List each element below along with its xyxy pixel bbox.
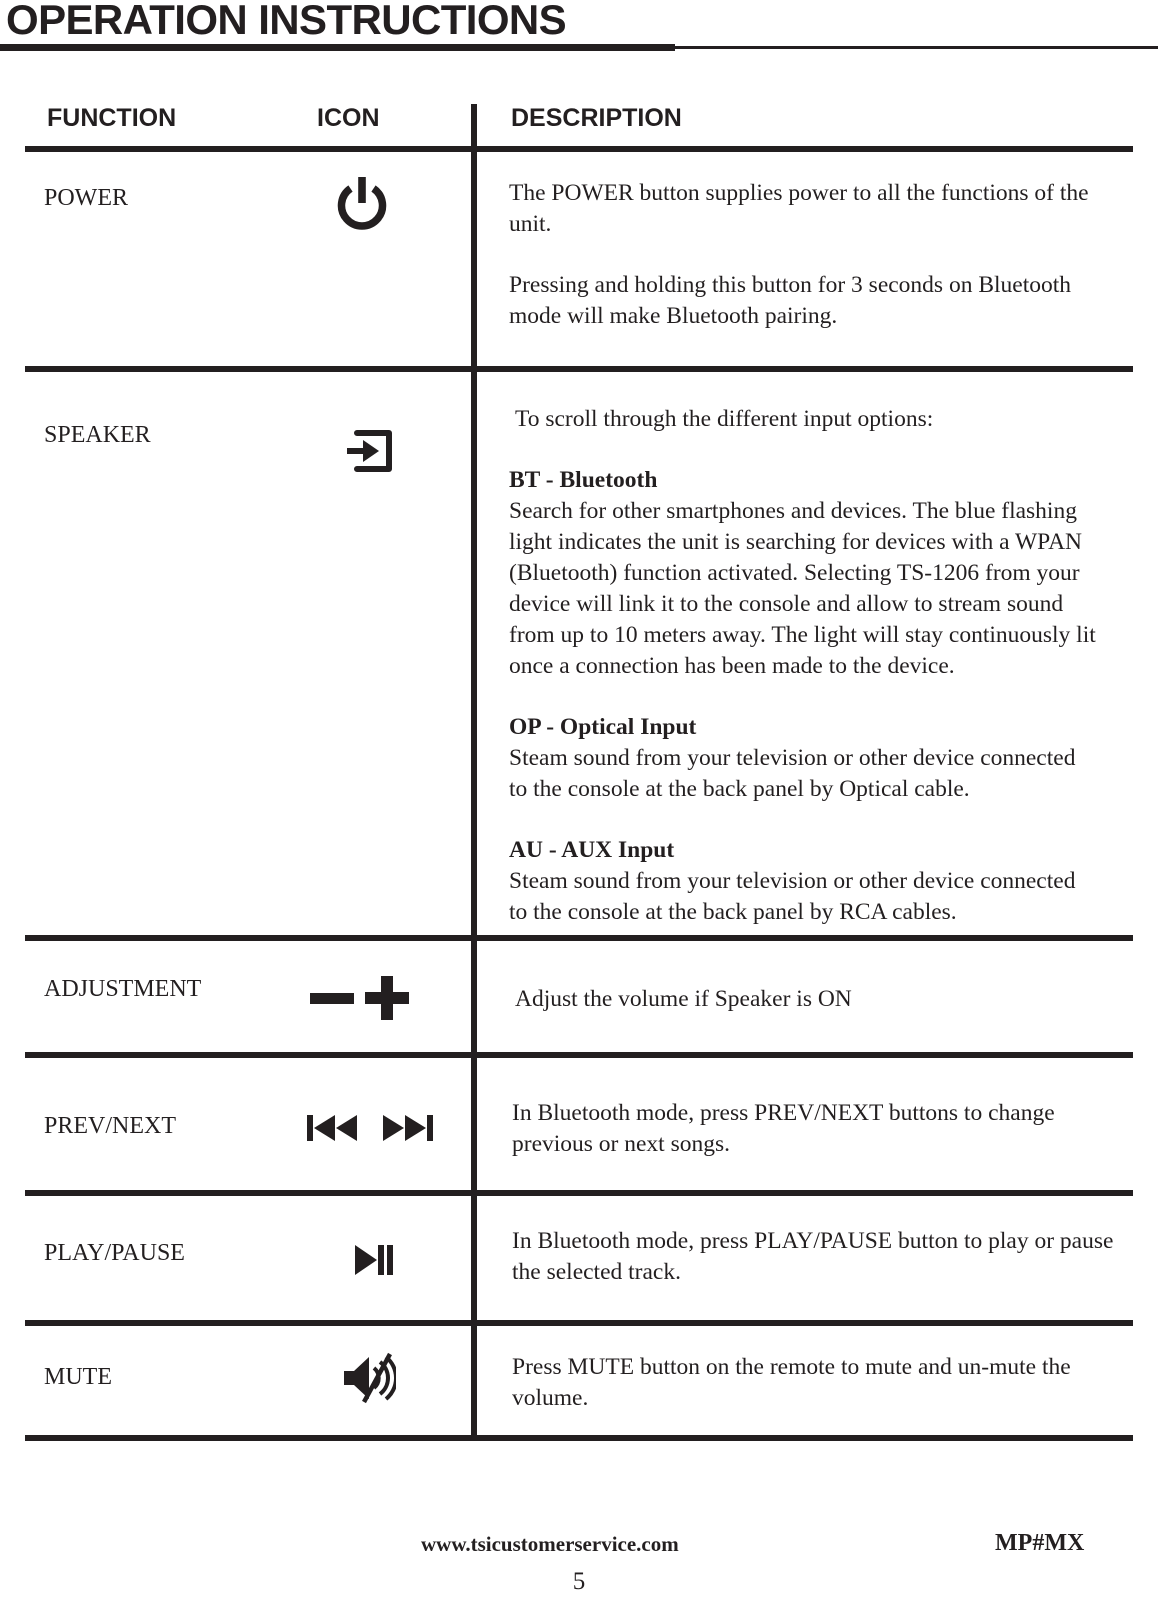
description-cell: To scroll through the different input op… bbox=[509, 404, 1099, 928]
description-paragraph: Steam sound from your television or othe… bbox=[509, 868, 1076, 925]
power-icon bbox=[336, 176, 388, 232]
function-label: MUTE bbox=[44, 1364, 112, 1390]
column-header-description: DESCRIPTION bbox=[511, 104, 682, 132]
column-header-icon: ICON bbox=[317, 104, 380, 132]
page-title: OPERATION INSTRUCTIONS bbox=[6, 0, 567, 43]
previous-glyph bbox=[307, 1115, 357, 1141]
function-label: POWER bbox=[44, 185, 128, 211]
description-paragraph: Search for other smartphones and devices… bbox=[509, 498, 1096, 679]
description-cell: In Bluetooth mode, press PLAY/PAUSE butt… bbox=[512, 1226, 1137, 1288]
description-paragraph: Steam sound from your television or othe… bbox=[509, 745, 1076, 802]
function-label: ADJUSTMENT bbox=[44, 976, 202, 1002]
rule-under-headers bbox=[25, 146, 1133, 152]
title-underline-thin bbox=[675, 46, 1158, 49]
rule-after-playpause-row bbox=[25, 1320, 1133, 1326]
description-cell: The POWER button supplies power to all t… bbox=[509, 178, 1089, 332]
function-label: PLAY/PAUSE bbox=[44, 1240, 185, 1266]
description-paragraph: In Bluetooth mode, press PREV/NEXT butto… bbox=[512, 1100, 1055, 1157]
description-paragraph: The POWER button supplies power to all t… bbox=[509, 180, 1089, 237]
description-paragraph: Adjust the volume if Speaker is ON bbox=[515, 986, 852, 1012]
title-underline-thick bbox=[0, 44, 675, 51]
rule-after-adjustment-row bbox=[25, 1052, 1133, 1058]
rule-after-power-row bbox=[25, 366, 1133, 372]
description-cell: Adjust the volume if Speaker is ON bbox=[515, 984, 1115, 1015]
description-cell: In Bluetooth mode, press PREV/NEXT butto… bbox=[512, 1098, 1112, 1160]
column-header-function: FUNCTION bbox=[47, 104, 177, 132]
description-paragraph: In Bluetooth mode, press PLAY/PAUSE butt… bbox=[512, 1228, 1114, 1285]
prev-next-icon bbox=[305, 1110, 437, 1146]
description-heading: BT - Bluetooth bbox=[509, 467, 658, 493]
page-number: 5 bbox=[572, 1568, 586, 1595]
table-column-headers: FUNCTION ICON DESCRIPTION bbox=[0, 104, 1158, 140]
page-header: OPERATION INSTRUCTIONS bbox=[0, 0, 1158, 56]
function-label: PREV/NEXT bbox=[44, 1113, 176, 1139]
rule-after-prevnext-row bbox=[25, 1190, 1133, 1196]
description-paragraph: Press MUTE button on the remote to mute … bbox=[512, 1354, 1071, 1411]
rule-after-speaker-row bbox=[25, 935, 1133, 941]
play-triangle bbox=[355, 1245, 377, 1275]
rule-bottom-of-table bbox=[25, 1435, 1133, 1441]
description-cell: Press MUTE button on the remote to mute … bbox=[512, 1352, 1122, 1414]
column-divider-vertical bbox=[471, 104, 477, 1438]
input-arrow-into-box-icon bbox=[345, 425, 397, 477]
description-paragraph: Pressing and holding this button for 3 s… bbox=[509, 272, 1072, 329]
play-pause-icon bbox=[351, 1242, 395, 1278]
description-heading: OP - Optical Input bbox=[509, 714, 697, 740]
description-heading: AU - AUX Input bbox=[509, 837, 675, 863]
next-glyph bbox=[383, 1115, 433, 1141]
minus-plus-icon bbox=[310, 972, 440, 1022]
minus-glyph bbox=[310, 993, 354, 1004]
function-label: SPEAKER bbox=[44, 422, 151, 448]
footer-website: www.tsicustomerservice.com bbox=[421, 1532, 679, 1556]
mute-speaker-icon bbox=[340, 1352, 396, 1404]
description-paragraph: To scroll through the different input op… bbox=[515, 406, 934, 432]
footer-model-number: MP#MX bbox=[995, 1530, 1085, 1556]
